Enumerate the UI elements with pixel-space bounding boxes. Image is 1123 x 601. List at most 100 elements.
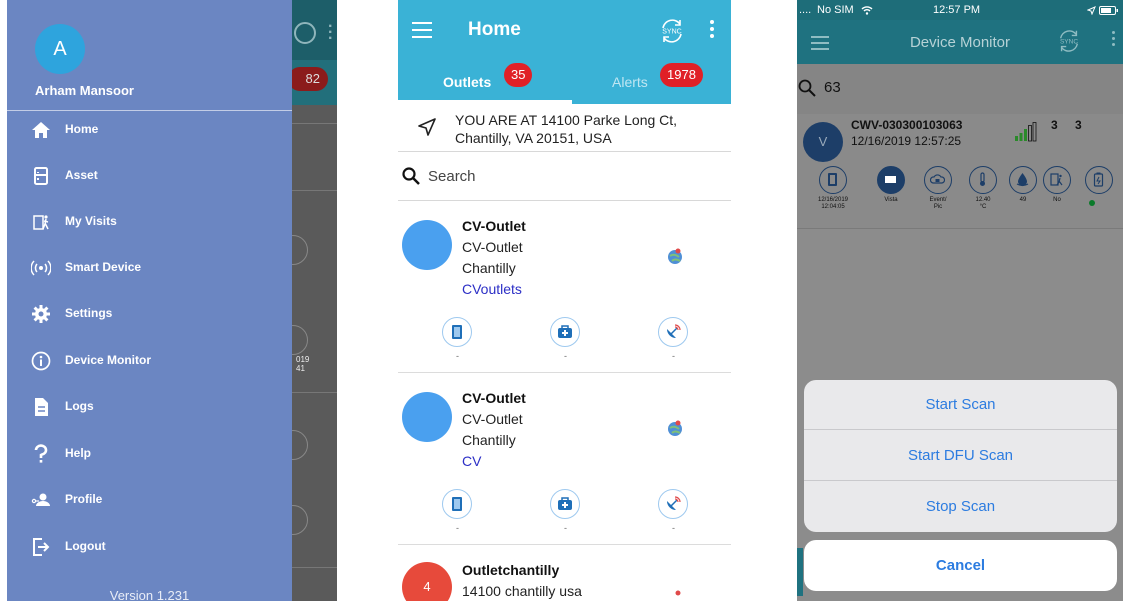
document-icon bbox=[35, 398, 48, 416]
temperature-caption: 12.40 °C bbox=[975, 197, 991, 210]
sync-icon[interactable]: SYNC bbox=[658, 17, 686, 45]
globe-location-icon[interactable] bbox=[666, 247, 684, 265]
first-aid-icon[interactable] bbox=[550, 317, 580, 347]
globe-location-icon[interactable] bbox=[666, 419, 684, 437]
sync-icon[interactable]: SYNC bbox=[1056, 28, 1082, 54]
tag-icon bbox=[877, 166, 905, 194]
signal-strength-icon bbox=[1015, 122, 1037, 142]
menu-item-label: Asset bbox=[65, 168, 98, 182]
menu-item-label: Logs bbox=[65, 399, 94, 413]
svg-text:SYNC: SYNC bbox=[662, 29, 681, 36]
outlet-line: CV-Outlet bbox=[462, 239, 523, 255]
battery-icon bbox=[1085, 166, 1113, 194]
menu-item-label: Device Monitor bbox=[65, 353, 152, 367]
door-icon bbox=[819, 166, 847, 194]
menu-item-device-monitor[interactable]: Device Monitor bbox=[7, 341, 292, 381]
value-label: - bbox=[564, 523, 567, 533]
satellite-dish-icon[interactable] bbox=[658, 317, 688, 347]
menu-item-settings[interactable]: Settings bbox=[7, 294, 292, 334]
tab-label: Alerts bbox=[612, 74, 648, 90]
alerts-count-badge: 1978 bbox=[660, 63, 703, 87]
cancel-button[interactable]: Cancel bbox=[804, 540, 1117, 591]
menu-item-help[interactable]: Help bbox=[7, 434, 292, 474]
outlet-card[interactable]: CV-Outlet CV-Outlet Chantilly CVoutlets … bbox=[398, 201, 731, 373]
device-datetime: 12/16/2019 12:57:25 bbox=[851, 134, 962, 148]
search-bar[interactable]: 63 bbox=[797, 64, 1123, 114]
navigation-drawer-screen: · · · 82 019 41 A Arham Mansoor Home Asset… bbox=[7, 0, 337, 601]
outlet-avatar bbox=[402, 220, 452, 270]
globe-location-icon[interactable] bbox=[666, 589, 684, 601]
stop-scan-button[interactable]: Stop Scan bbox=[804, 482, 1117, 532]
menu-item-label: Home bbox=[65, 122, 99, 136]
navigation-arrow-icon bbox=[418, 118, 436, 136]
vista-caption: Vista bbox=[884, 197, 898, 203]
info-icon bbox=[31, 351, 51, 371]
value-label: - bbox=[456, 523, 459, 533]
start-scan-button[interactable]: Start Scan bbox=[804, 380, 1117, 430]
clock-label: 12:57 PM bbox=[933, 4, 981, 16]
device-serial: CWV-030300103063 bbox=[851, 118, 963, 132]
menu-item-label: Smart Device bbox=[65, 260, 142, 274]
device-row[interactable]: V CWV-030300103063 12/16/2019 12:57:25 3… bbox=[797, 114, 1123, 229]
door-icon[interactable] bbox=[442, 489, 472, 519]
motion-icon bbox=[1043, 166, 1071, 194]
tab-bar: Outlets 35 Alerts 1978 bbox=[398, 62, 731, 104]
ios-status-bar: .... No SIM 12:57 PM bbox=[797, 0, 1123, 20]
thermometer-icon bbox=[969, 166, 997, 194]
menu-item-asset[interactable]: Asset bbox=[7, 156, 292, 196]
search-bar bbox=[398, 152, 731, 201]
satellite-dish-icon[interactable] bbox=[658, 489, 688, 519]
outlet-card[interactable]: CV-Outlet CV-Outlet Chantilly CV - - - bbox=[398, 373, 731, 545]
more-options-icon[interactable] bbox=[710, 20, 714, 41]
smart-device-icon bbox=[31, 260, 51, 276]
menu-item-label: Settings bbox=[65, 306, 113, 320]
outlet-card[interactable]: 4 Outletchantilly 14100 chantilly usa bbox=[398, 545, 731, 601]
menu-item-logout[interactable]: Logout bbox=[7, 527, 292, 567]
svg-text:SYNC: SYNC bbox=[1060, 38, 1078, 45]
carrier-label: No SIM bbox=[817, 4, 854, 16]
search-icon bbox=[402, 167, 420, 185]
hamburger-menu-icon[interactable] bbox=[412, 22, 432, 38]
tab-alerts[interactable]: Alerts 1978 bbox=[564, 62, 730, 104]
outlet-name: Outletchantilly bbox=[462, 562, 560, 578]
side-drawer: A Arham Mansoor Home Asset My Visits Sma… bbox=[7, 0, 292, 601]
location-text: YOU ARE AT 14100 Parke Long Ct, Chantill… bbox=[455, 112, 678, 146]
menu-item-my-visits[interactable]: My Visits bbox=[7, 202, 292, 242]
search-input[interactable] bbox=[428, 164, 708, 188]
menu-item-label: Logout bbox=[65, 539, 106, 553]
value-label: - bbox=[672, 351, 675, 361]
app-bar: Home SYNC bbox=[398, 0, 731, 62]
tab-outlets[interactable]: Outlets 35 bbox=[398, 62, 564, 104]
menu-item-smart-device[interactable]: Smart Device bbox=[7, 248, 292, 288]
tab-label: Outlets bbox=[443, 74, 492, 90]
navigation-bar: Device Monitor SYNC bbox=[797, 20, 1123, 64]
outlet-link[interactable]: CV bbox=[462, 453, 481, 469]
menu-item-profile[interactable]: Profile bbox=[7, 480, 292, 520]
logout-icon bbox=[33, 538, 50, 556]
start-dfu-scan-button[interactable]: Start DFU Scan bbox=[804, 431, 1117, 481]
menu-item-logs[interactable]: Logs bbox=[7, 387, 292, 427]
outlet-name: CV-Outlet bbox=[462, 390, 526, 406]
question-icon bbox=[34, 444, 48, 463]
device-count-1: 3 bbox=[1051, 118, 1058, 132]
location-arrow-icon bbox=[1087, 6, 1096, 15]
device-count-2: 3 bbox=[1075, 118, 1082, 132]
door-caption: 12/16/2019 12:04:05 bbox=[817, 197, 849, 210]
action-sheet: Start Scan Start DFU Scan Stop Scan bbox=[804, 380, 1117, 532]
search-input-value[interactable]: 63 bbox=[824, 79, 841, 96]
battery-status-dot bbox=[1089, 200, 1095, 206]
door-icon[interactable] bbox=[442, 317, 472, 347]
menu-item-home[interactable]: Home bbox=[7, 110, 292, 150]
user-name: Arham Mansoor bbox=[35, 83, 134, 98]
value-label: - bbox=[672, 523, 675, 533]
outlet-city: Chantilly bbox=[462, 432, 516, 448]
more-options-icon[interactable] bbox=[1112, 31, 1115, 49]
more-icon: · · · bbox=[328, 18, 334, 47]
menu-item-label: Help bbox=[65, 446, 92, 460]
outlet-link[interactable]: CVoutlets bbox=[462, 281, 522, 297]
menu-item-label: Profile bbox=[65, 492, 103, 506]
alerts-badge: 82 bbox=[288, 67, 328, 91]
avatar[interactable]: A bbox=[35, 24, 85, 74]
first-aid-icon[interactable] bbox=[550, 489, 580, 519]
water-drop-icon bbox=[1009, 166, 1037, 194]
